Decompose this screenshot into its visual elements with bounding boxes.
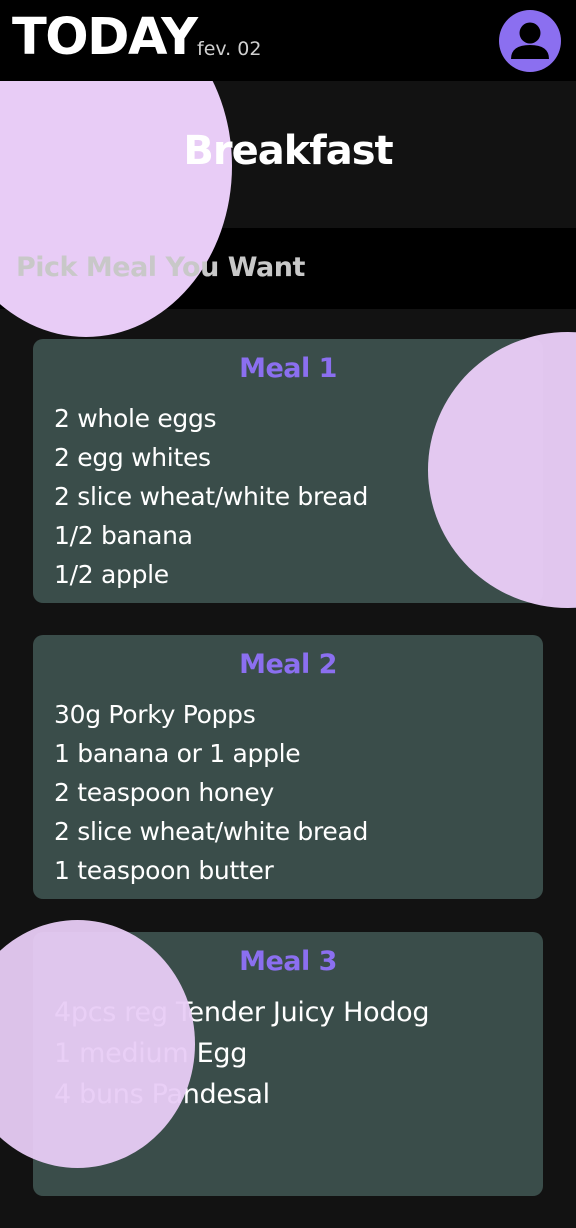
page-title: TODAY (12, 8, 198, 67)
meal-items-list: 2 whole eggs 2 egg whites 2 slice wheat/… (54, 399, 368, 594)
meal-item: 1/2 apple (54, 560, 169, 589)
meal-title: Meal 2 (239, 649, 337, 680)
meal-item: 2 slice wheat/white bread (54, 482, 369, 511)
meal-item: 1/2 banana (54, 521, 193, 550)
section-title: Breakfast (183, 128, 393, 174)
meal-item: 2 egg whites (54, 443, 211, 472)
user-avatar-icon[interactable] (499, 10, 561, 72)
date-label: fev. 02 (197, 38, 262, 60)
meal-item: 1 banana or 1 apple (54, 739, 301, 768)
pick-meal-label: Pick Meal You Want (16, 252, 305, 283)
meal-items-list: 30g Porky Popps 1 banana or 1 apple 2 te… (54, 695, 368, 890)
screen: TODAY fev. 02 Breakfast Pick Meal You Wa… (0, 0, 576, 1228)
meal-card-2[interactable]: Meal 2 30g Porky Popps 1 banana or 1 app… (33, 635, 543, 899)
meal-item: 1 teaspoon butter (54, 856, 274, 885)
meal-item: 2 whole eggs (54, 404, 217, 433)
top-bar: TODAY fev. 02 (0, 0, 576, 81)
meal-item: 2 teaspoon honey (54, 778, 274, 807)
meal-item: 30g Porky Popps (54, 700, 256, 729)
meal-item: 2 slice wheat/white bread (54, 817, 369, 846)
